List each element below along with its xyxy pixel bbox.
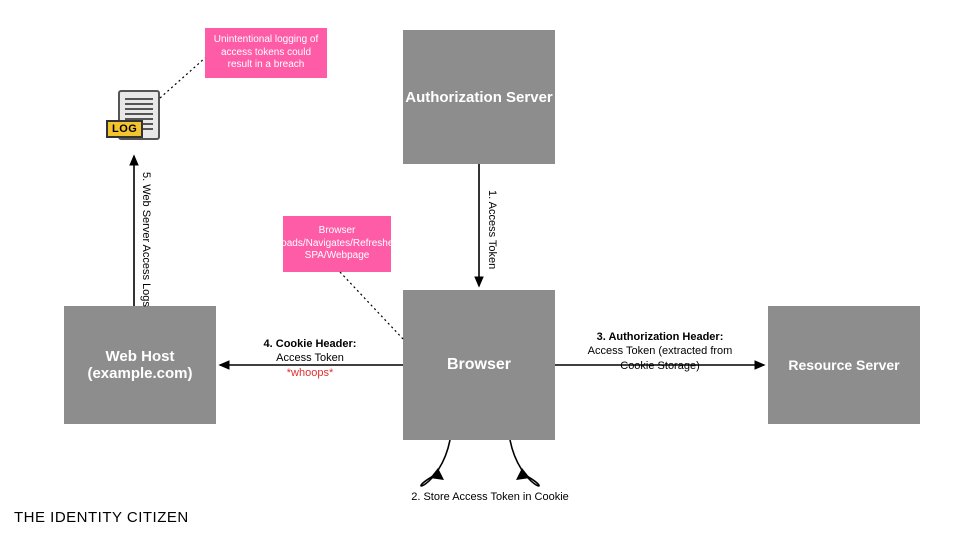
browser-node: Browser: [403, 290, 555, 440]
step4-body: Access Token: [276, 352, 344, 364]
step4-label: 4. Cookie Header: Access Token *whoops*: [240, 337, 380, 380]
spa-note: Browser Loads/Navigates/Refreshes SPA/We…: [283, 216, 391, 272]
step3-label: 3. Authorization Header: Access Token (e…: [586, 330, 734, 373]
resource-server-node: Resource Server: [768, 306, 920, 424]
logging-note: Unintentional logging of access tokens c…: [205, 28, 327, 78]
footer-brand: THE IDENTITY CITIZEN: [14, 509, 189, 526]
step3-title: 3. Authorization Header:: [597, 331, 724, 343]
step1-label: 1. Access Token: [486, 190, 498, 269]
step5-label: 5. Web Server Access Logs: [140, 172, 152, 307]
step4-whoops: *whoops*: [287, 367, 333, 379]
step3-body: Access Token (extracted from Cookie Stor…: [588, 345, 733, 371]
log-tag-label: LOG: [106, 120, 143, 138]
web-host-node: Web Host (example.com): [64, 306, 216, 424]
auth-server-node: Authorization Server: [403, 30, 555, 164]
step2-label: 2. Store Access Token in Cookie: [390, 490, 590, 504]
log-file-icon: LOG: [106, 90, 162, 150]
step4-title: 4. Cookie Header:: [264, 338, 357, 350]
